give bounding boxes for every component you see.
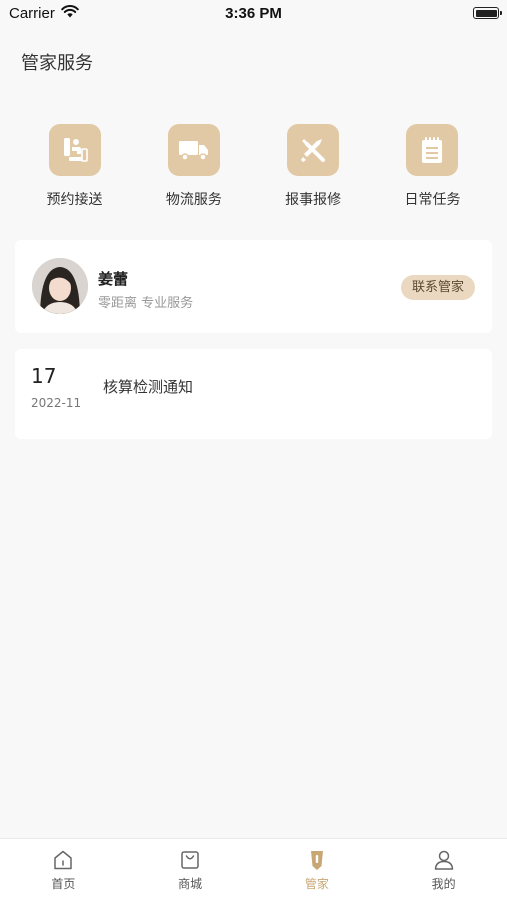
tab-label: 商城 [178, 877, 203, 891]
notice-title: 核算检测通知 [103, 378, 194, 396]
notice-month: 2022-11 [31, 396, 82, 410]
service-item-logistics[interactable]: 物流服务 [134, 124, 253, 209]
pickup-icon [48, 124, 101, 176]
manager-card: 姜蕾 零距离 专业服务 联系管家 [15, 240, 492, 333]
home-icon [51, 848, 75, 872]
tab-home[interactable]: 首页 [0, 839, 127, 900]
butler-tie-icon [305, 848, 329, 872]
service-label: 报事报修 [285, 192, 342, 208]
service-label: 日常任务 [404, 192, 461, 208]
user-icon [432, 848, 456, 872]
manager-name: 姜蕾 [98, 270, 129, 288]
service-item-pickup[interactable]: 预约接送 [15, 124, 134, 209]
tab-mall[interactable]: 商城 [127, 839, 254, 900]
truck-icon [167, 124, 220, 176]
shopping-bag-icon [178, 848, 202, 872]
service-grid: 预约接送 物流服务 报事报修 日常任务 [15, 124, 492, 209]
battery-icon [473, 7, 502, 19]
tab-label: 管家 [304, 877, 329, 891]
tab-mine[interactable]: 我的 [380, 839, 507, 900]
service-item-repair[interactable]: 报事报修 [254, 124, 373, 209]
service-label: 预约接送 [46, 192, 103, 208]
service-label: 物流服务 [165, 192, 222, 208]
avatar[interactable] [32, 258, 88, 314]
tab-bar: 首页 商城 管家 我的 [0, 838, 507, 900]
tab-label: 我的 [431, 877, 456, 891]
page-title: 管家服务 [21, 53, 93, 74]
tab-label: 首页 [51, 877, 76, 891]
status-bar: Carrier 3:36 PM [0, 0, 507, 28]
status-time: 3:36 PM [225, 5, 282, 22]
repair-tools-icon [287, 124, 340, 176]
manager-description: 零距离 专业服务 [98, 296, 194, 311]
notepad-icon [406, 124, 459, 176]
contact-manager-button[interactable]: 联系管家 [400, 275, 475, 300]
service-item-daily-tasks[interactable]: 日常任务 [373, 124, 492, 209]
tab-butler[interactable]: 管家 [254, 839, 381, 900]
notice-item[interactable]: 17 2022-11 核算检测通知 [15, 349, 492, 439]
notice-day: 17 [31, 364, 57, 388]
